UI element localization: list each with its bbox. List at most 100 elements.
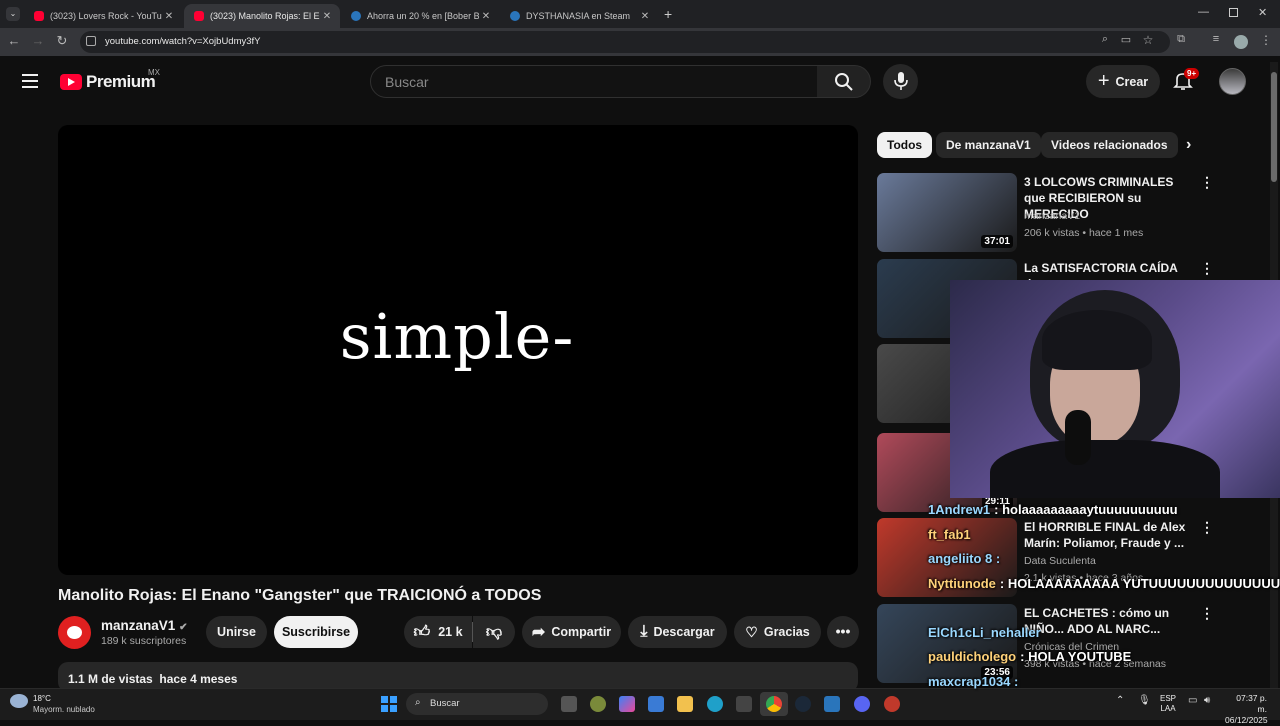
discord-icon[interactable] bbox=[854, 696, 870, 712]
related-thumbnail[interactable]: 23:56 bbox=[877, 604, 1017, 683]
reading-list-icon[interactable]: ≡ bbox=[1208, 33, 1224, 45]
more-actions-button[interactable]: ••• bbox=[827, 616, 859, 648]
thumbs-down-icon: 👎︎ bbox=[485, 623, 503, 641]
tab-lovers-rock[interactable]: (3023) Lovers Rock - YouTube ✕ bbox=[24, 4, 182, 28]
more-vert-icon[interactable]: ⋮ bbox=[1200, 174, 1214, 191]
user-avatar[interactable] bbox=[1219, 68, 1246, 95]
cast-icon[interactable]: ▭ bbox=[1118, 33, 1134, 46]
extensions-icon[interactable]: ⧉ bbox=[1173, 33, 1189, 46]
create-button[interactable]: + Crear bbox=[1086, 65, 1160, 98]
address-bar-row: youtube.com/watch?v=XojbUdmy3fY bbox=[0, 28, 1280, 56]
tab-list-button[interactable]: ⌄ bbox=[6, 7, 20, 21]
related-meta: 206 k vistas • hace 1 mes bbox=[1024, 227, 1144, 239]
more-vert-icon[interactable]: ⋮ bbox=[1200, 260, 1214, 277]
chat-text: : HOLA YOUTUBE bbox=[1020, 649, 1132, 664]
share-button[interactable]: ➦ Compartir bbox=[522, 616, 621, 648]
tab-manolito-rojas[interactable]: (3023) Manolito Rojas: El Enano ✕ bbox=[184, 4, 340, 28]
download-icon: ⤓ bbox=[640, 623, 648, 640]
chip-de-manzanav1[interactable]: De manzanaV1 bbox=[936, 132, 1041, 158]
new-tab-button[interactable]: + bbox=[664, 6, 672, 22]
back-icon[interactable]: ← bbox=[6, 33, 22, 48]
task-view-icon[interactable] bbox=[561, 696, 577, 712]
join-button[interactable]: Unirse bbox=[206, 616, 267, 648]
tab-bober-bros[interactable]: Ahorra un 20 % en [Bober Bros] ✕ bbox=[341, 4, 499, 28]
weather-icon[interactable] bbox=[10, 694, 28, 708]
clock[interactable]: 07:37 p. m. 06/12/2025 bbox=[1225, 693, 1268, 726]
chat-username: Nyttiunode bbox=[928, 576, 996, 591]
language-indicator[interactable]: ESP LAA bbox=[1160, 694, 1176, 714]
streamer-webcam-overlay bbox=[950, 280, 1280, 498]
reload-icon[interactable]: ↻ bbox=[54, 33, 70, 49]
more-vert-icon[interactable]: ⋮ bbox=[1200, 519, 1214, 536]
related-title[interactable]: El HORRIBLE FINAL de Alex Marín: Poliamo… bbox=[1024, 519, 1194, 551]
chat-username: angeliito 8 : bbox=[928, 551, 1001, 566]
chat-message: 1Andrew1: holaaaaaaaaaytuuuuuuuuuu bbox=[928, 502, 1178, 517]
network-icon[interactable]: ▭ bbox=[1188, 695, 1197, 706]
minimize-button[interactable]: — bbox=[1198, 6, 1209, 18]
weather-temp: 18°C bbox=[33, 694, 51, 703]
scrollbar-thumb[interactable] bbox=[1271, 72, 1277, 182]
close-icon[interactable]: ✕ bbox=[479, 11, 493, 22]
youtube-logo[interactable]: Premium bbox=[60, 72, 156, 92]
like-button[interactable]: 👍︎ 21 k bbox=[404, 616, 472, 648]
search-input[interactable]: Buscar bbox=[370, 65, 818, 98]
microphone-shape bbox=[1065, 410, 1091, 465]
related-channel[interactable]: manzanaV1 bbox=[1024, 210, 1080, 222]
more-vert-icon[interactable]: ⋮ bbox=[1200, 605, 1214, 622]
subscribe-button[interactable]: Suscribirse bbox=[274, 616, 358, 648]
chat-text: : HOLAAAAAAAAA YUTUUUUUUUUUUUUUUUU bbox=[999, 576, 1280, 591]
file-explorer-icon[interactable] bbox=[677, 696, 693, 712]
close-icon[interactable]: ✕ bbox=[162, 11, 176, 22]
close-icon[interactable]: ✕ bbox=[638, 11, 652, 22]
browser-menu-icon[interactable]: ⋮ bbox=[1258, 33, 1274, 47]
voice-search-button[interactable] bbox=[883, 64, 918, 99]
chip-todos[interactable]: Todos bbox=[877, 132, 933, 158]
edge-icon[interactable] bbox=[707, 696, 723, 712]
steam-icon[interactable] bbox=[795, 696, 811, 712]
zoom-icon[interactable]: ⌕ bbox=[1097, 33, 1113, 46]
plus-icon: + bbox=[1097, 70, 1110, 92]
chips-next-icon[interactable]: › bbox=[1186, 136, 1191, 154]
dislike-button[interactable]: 👎︎ bbox=[473, 616, 515, 648]
channel-avatar[interactable] bbox=[58, 616, 91, 649]
menu-icon[interactable] bbox=[22, 74, 38, 88]
chrome-icon bbox=[766, 696, 782, 712]
chat-message: ElCh1cLi_nehaller bbox=[928, 625, 1045, 640]
copilot-icon[interactable] bbox=[590, 696, 606, 712]
related-title[interactable]: EL CACHETES : cómo un NIÑO... ADO AL NAR… bbox=[1024, 605, 1194, 637]
volume-icon[interactable]: 🔊︎ bbox=[1204, 695, 1210, 706]
video-duration: 37:01 bbox=[981, 235, 1013, 248]
taskbar-search[interactable]: ⌕ Buscar bbox=[406, 693, 548, 715]
close-window-button[interactable]: ✕ bbox=[1258, 6, 1267, 19]
steam-icon bbox=[510, 11, 520, 21]
app-icon[interactable] bbox=[884, 696, 900, 712]
windows-taskbar bbox=[0, 688, 1280, 720]
tray-mic-icon[interactable]: 🎙︎ bbox=[1138, 695, 1151, 706]
url-input[interactable]: youtube.com/watch?v=XojbUdmy3fY bbox=[80, 31, 1170, 53]
region-label: MX bbox=[148, 68, 160, 77]
tray-chevron-icon[interactable]: ⌃ bbox=[1116, 695, 1124, 706]
bookmark-star-icon[interactable]: ☆ bbox=[1140, 33, 1156, 47]
close-icon[interactable]: ✕ bbox=[320, 11, 334, 22]
xbox-icon[interactable] bbox=[736, 696, 752, 712]
tab-dysthanasia[interactable]: DYSTHANASIA en Steam ✕ bbox=[500, 4, 658, 28]
channel-name[interactable]: manzanaV1 ✔ bbox=[101, 618, 187, 633]
search-button[interactable] bbox=[817, 65, 871, 98]
steam-app-icon[interactable] bbox=[824, 696, 840, 712]
related-channel[interactable]: Data Suculenta bbox=[1024, 555, 1096, 567]
profile-avatar[interactable] bbox=[1234, 35, 1248, 49]
store-icon[interactable] bbox=[648, 696, 664, 712]
chip-videos-relacionados[interactable]: Videos relacionados bbox=[1041, 132, 1178, 158]
chat-username: maxcrap1034 : bbox=[928, 674, 1019, 689]
copilot-app-icon[interactable] bbox=[619, 696, 635, 712]
related-thumbnail[interactable]: 37:01 bbox=[877, 173, 1017, 252]
site-info-icon[interactable] bbox=[86, 36, 96, 46]
download-button[interactable]: ⤓ Descargar bbox=[628, 616, 727, 648]
maximize-button[interactable] bbox=[1229, 8, 1238, 17]
windows-start-icon[interactable] bbox=[381, 696, 397, 712]
chat-message: pauldicholego: HOLA YOUTUBE bbox=[928, 649, 1131, 664]
thumbs-up-icon: 👍︎ bbox=[413, 623, 431, 641]
forward-icon[interactable]: → bbox=[30, 33, 46, 48]
notifications-button[interactable]: 9+ bbox=[1173, 68, 1200, 96]
thanks-button[interactable]: ♡ Gracias bbox=[734, 616, 821, 648]
